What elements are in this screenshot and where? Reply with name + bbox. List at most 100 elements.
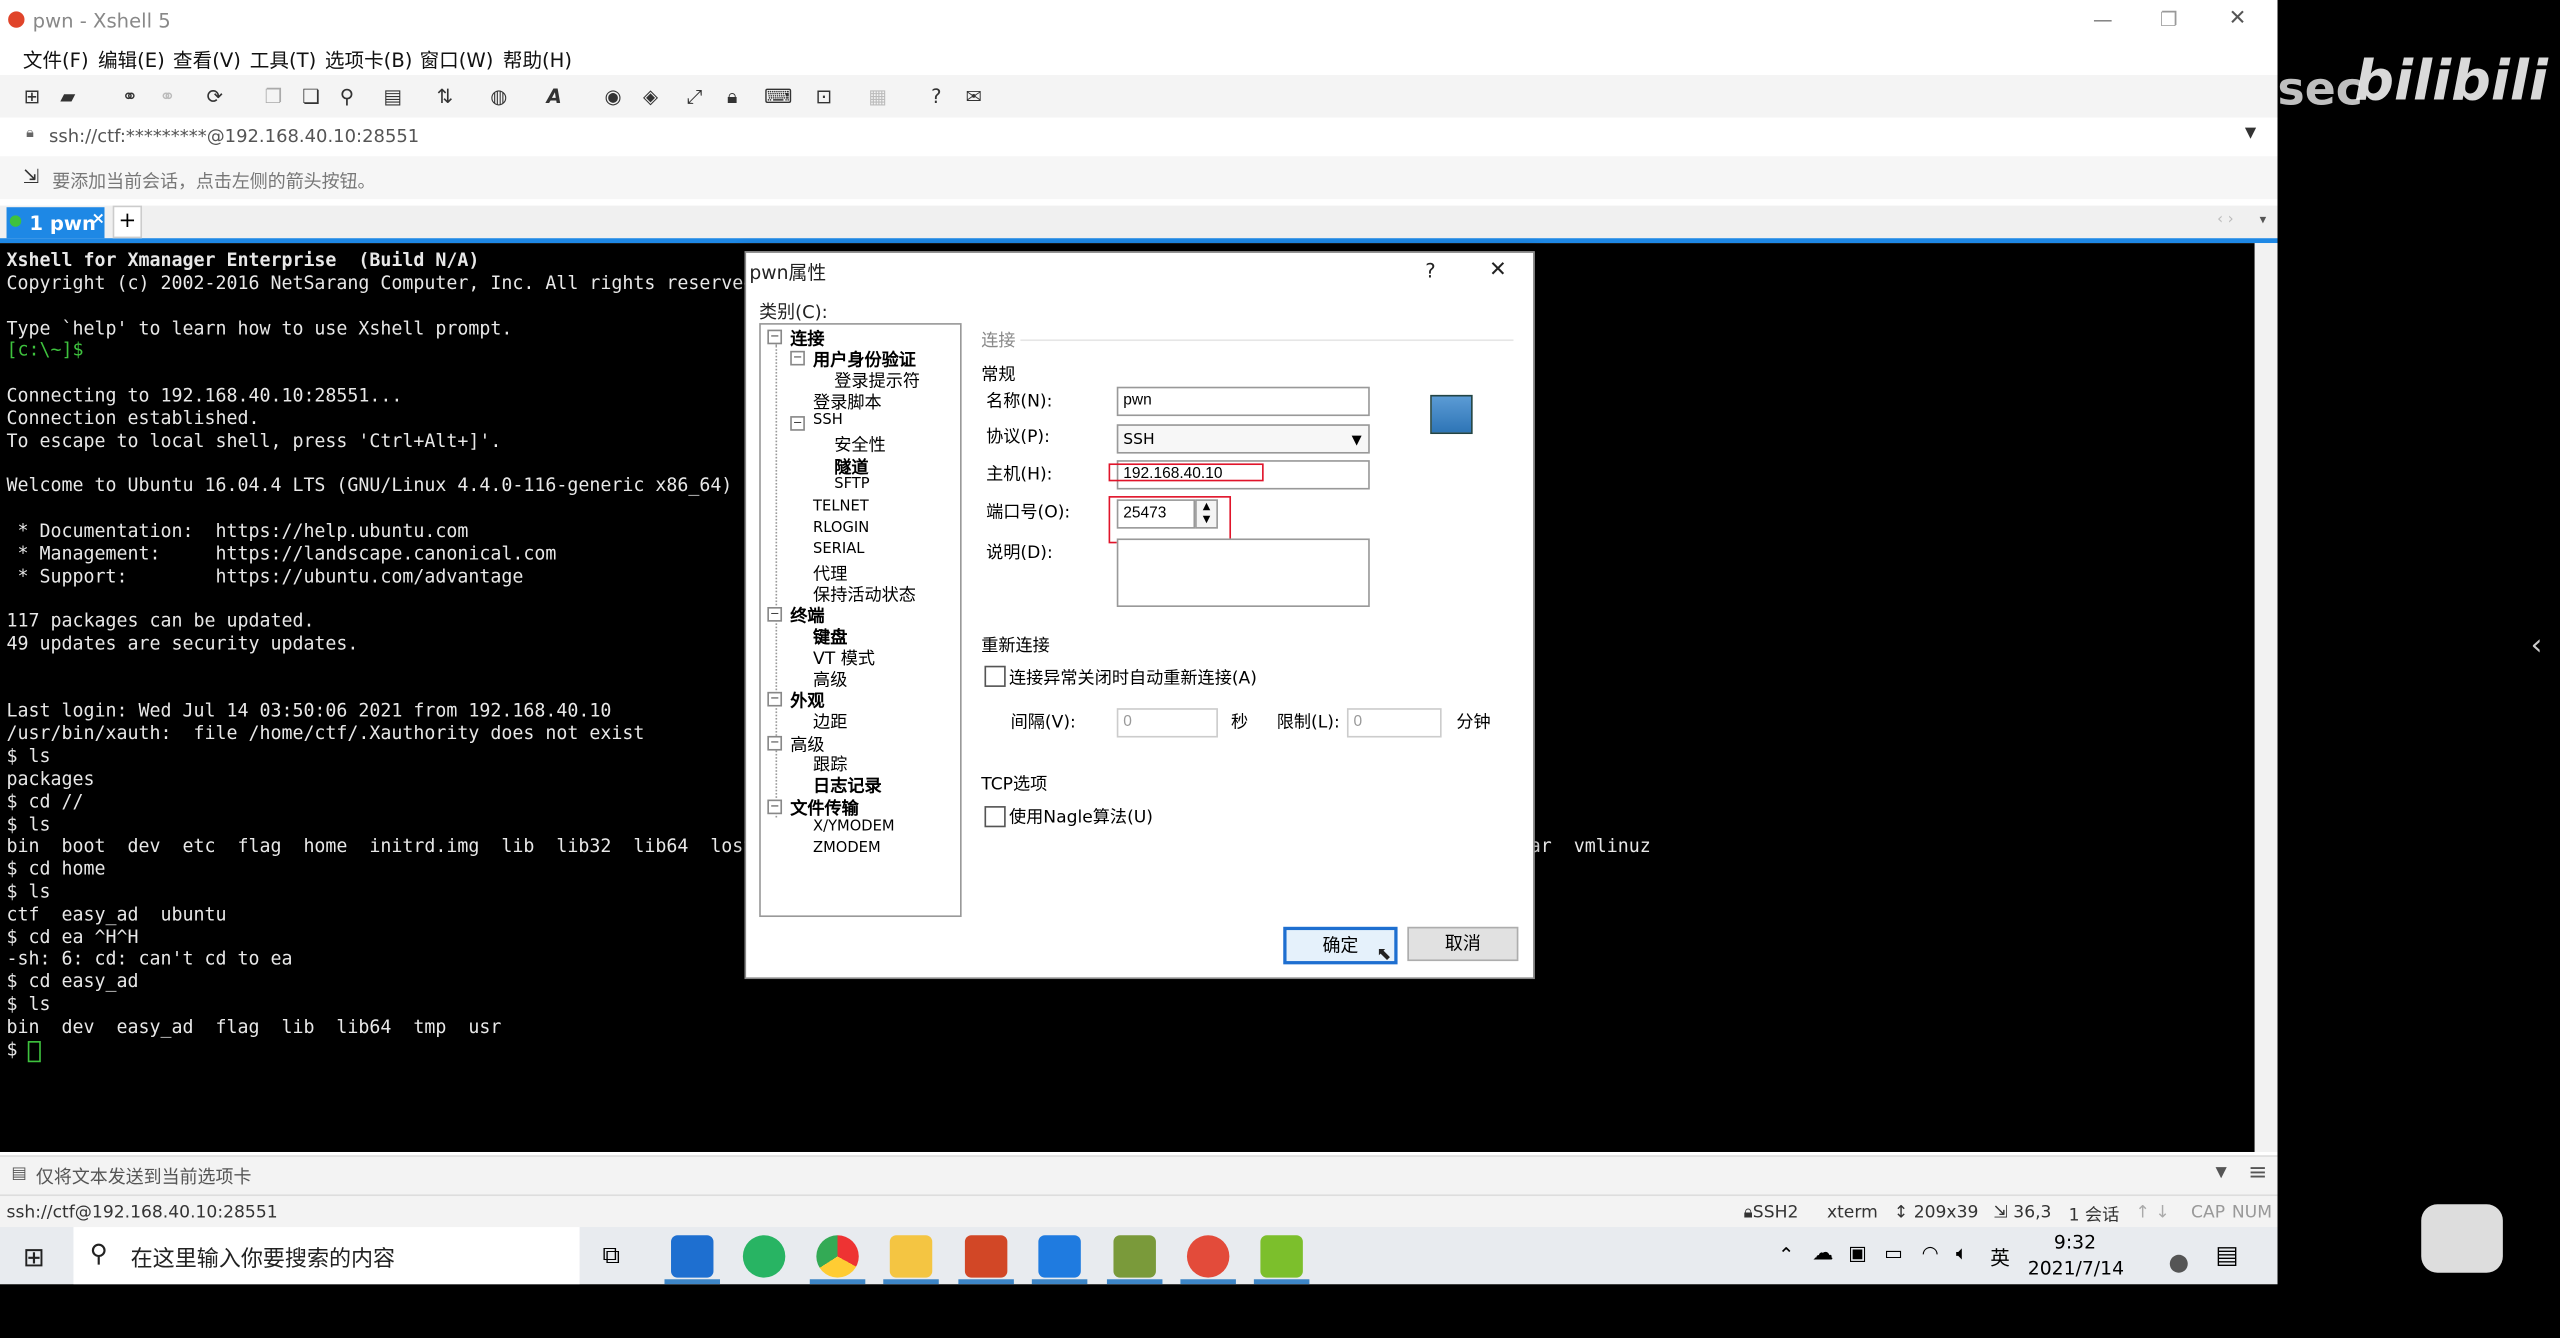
windows-start-icon[interactable]: ⊞	[23, 1242, 45, 1273]
print-icon[interactable]: ▤	[380, 85, 404, 108]
dialog-help-button[interactable]: ?	[1425, 259, 1435, 282]
tree-node[interactable]: SSH	[813, 413, 843, 429]
tree-node[interactable]: SERIAL	[813, 542, 864, 558]
tray-time[interactable]: 9:32	[2054, 1230, 2096, 1253]
name-field[interactable]	[1116, 386, 1370, 417]
new-session-icon[interactable]: ⊞	[20, 85, 44, 108]
tree-node[interactable]: 安全性	[834, 432, 885, 456]
xftp-icon[interactable]: ◉	[601, 85, 625, 108]
copy-icon[interactable]: ❐	[261, 85, 285, 108]
menu-edit[interactable]: 编辑(E)	[98, 46, 165, 74]
tree-node[interactable]: 保持活动状态	[813, 583, 916, 607]
terminal-scrollbar[interactable]	[2254, 243, 2278, 1152]
lock-icon[interactable]: 🔒︎	[720, 85, 744, 108]
tree-node[interactable]: X/YMODEM	[813, 819, 895, 835]
open-folder-icon[interactable]: ▰	[56, 85, 80, 108]
compose-icon[interactable]: ⊡	[811, 85, 835, 108]
tab-menu-icon[interactable]: ▾	[2260, 212, 2267, 227]
tab-pwn[interactable]: 1 pwn ×	[6, 207, 105, 239]
tab-close-icon[interactable]: ×	[91, 210, 105, 228]
xmanager-icon[interactable]: ◈	[638, 85, 662, 108]
dialog-close-button[interactable]: ✕	[1489, 258, 1507, 282]
restore-icon[interactable]: ❐	[2160, 8, 2178, 31]
taskbar-search[interactable]: ⚲ 在这里输入你要搜索的内容	[73, 1227, 580, 1285]
taskbar-app-xshell-icon[interactable]	[671, 1235, 714, 1278]
menu-help[interactable]: 帮助(H)	[503, 46, 572, 74]
compose-bar[interactable]: ▤ 仅将文本发送到当前选项卡 ▼ ≡	[0, 1155, 2278, 1197]
address-dropdown-icon[interactable]: ▼	[2245, 126, 2256, 142]
tray-volume-icon[interactable]: 🔈︎	[1956, 1242, 1968, 1266]
tree-expander-icon[interactable]: −	[790, 416, 805, 431]
taskbar-app-netsarang-icon[interactable]	[1186, 1235, 1230, 1278]
protocol-select[interactable]: SSH ▼	[1116, 424, 1370, 454]
taskbar-app-powerpoint-icon[interactable]	[964, 1235, 1008, 1278]
sec-unit: 秒	[1231, 713, 1249, 733]
reconnect-icon[interactable]: ⟳	[202, 85, 226, 108]
fullscreen-icon[interactable]: ⤢	[682, 85, 706, 108]
terminal-line: $ cd easy_ad	[6, 970, 139, 993]
tree-node[interactable]: TELNET	[813, 499, 869, 515]
connect-icon[interactable]: ⚭	[118, 85, 142, 108]
desc-field[interactable]	[1116, 538, 1370, 607]
tree-expander-icon[interactable]: −	[767, 691, 783, 707]
cancel-button[interactable]: 取消	[1407, 926, 1519, 962]
tree-expander-icon[interactable]: −	[767, 735, 783, 751]
minimize-icon[interactable]: —	[2093, 8, 2113, 31]
tree-expander-icon[interactable]: −	[767, 799, 783, 815]
compose-dropdown-icon[interactable]: ▼	[2216, 1165, 2227, 1181]
taskbar-app-wechat-icon[interactable]	[742, 1235, 786, 1278]
new-tab-button[interactable]: +	[112, 205, 143, 239]
limit-field[interactable]	[1346, 708, 1442, 738]
tree-node[interactable]: SFTP	[834, 476, 869, 492]
paste-icon[interactable]: ❏	[299, 85, 323, 108]
taskbar-app-ida-icon[interactable]	[1113, 1235, 1156, 1278]
menu-view[interactable]: 查看(V)	[173, 46, 241, 74]
tray-battery-icon[interactable]: ▭	[1884, 1242, 1903, 1265]
menu-file[interactable]: 文件(F)	[23, 46, 89, 74]
interval-field[interactable]	[1116, 708, 1218, 738]
tray-wifi-icon[interactable]: ◠	[1922, 1242, 1939, 1265]
tree-node[interactable]: RLOGIN	[813, 521, 869, 537]
help-icon[interactable]: ?	[924, 85, 948, 108]
close-icon[interactable]: ✕	[2229, 7, 2247, 31]
reconnect-checkbox[interactable]	[984, 665, 1006, 687]
tile-icon[interactable]: ▦	[865, 85, 889, 108]
menu-window[interactable]: 窗口(W)	[420, 46, 494, 74]
tree-expander-icon[interactable]: −	[767, 329, 783, 345]
tree-node[interactable]: ZMODEM	[813, 840, 881, 856]
tab-nav-icon[interactable]: ‹ ›	[2217, 212, 2233, 228]
tree-node[interactable]: 边距	[813, 710, 847, 734]
tree-node[interactable]: 登录脚本	[813, 390, 882, 414]
taskbar-app-explorer-icon[interactable]	[889, 1235, 933, 1278]
globe-icon[interactable]: ◍	[487, 85, 511, 108]
play-button-icon[interactable]	[2421, 1204, 2503, 1273]
compose-menu-icon[interactable]: ≡	[2248, 1160, 2267, 1186]
action-center-icon[interactable]: ▤	[2216, 1240, 2239, 1269]
tray-display-icon[interactable]: ▣	[1848, 1242, 1867, 1265]
task-view-icon[interactable]: ⧉	[602, 1240, 620, 1269]
menu-tabs[interactable]: 选项卡(B)	[325, 46, 413, 74]
address-bar[interactable]: 🔒︎ ssh://ctf:*********@192.168.40.10:285…	[0, 117, 2278, 159]
status-protocol-text: SSH2	[1752, 1202, 1799, 1223]
find-icon[interactable]: ⚲	[335, 85, 359, 108]
taskbar-app-remote-icon[interactable]	[1038, 1235, 1081, 1278]
side-arrow-icon[interactable]: ‹	[2531, 628, 2543, 662]
taskbar-app-green-icon[interactable]	[1260, 1235, 1303, 1278]
add-session-arrow-icon[interactable]: ⇲	[23, 165, 39, 188]
tree-expander-icon[interactable]: −	[790, 350, 805, 366]
transfer-icon[interactable]: ⇅	[433, 85, 457, 108]
tree-expander-icon[interactable]: −	[767, 606, 783, 622]
keyboard-icon[interactable]: ⌨	[764, 85, 792, 108]
chat-icon[interactable]: ✉	[962, 85, 986, 108]
tray-cloud-icon[interactable]: ☁	[1812, 1242, 1833, 1266]
font-icon[interactable]: A	[542, 85, 566, 108]
tree-node[interactable]: 文件传输	[790, 796, 859, 820]
tray-chevron-icon[interactable]: ⌃	[1778, 1243, 1794, 1266]
tree-node[interactable]: 日志记录	[813, 773, 882, 797]
tray-date[interactable]: 2021/7/14	[2028, 1256, 2124, 1279]
nagle-checkbox[interactable]	[984, 806, 1006, 828]
tray-ime[interactable]: 英	[1990, 1243, 2010, 1271]
taskbar-app-chrome-icon[interactable]	[816, 1235, 859, 1278]
menu-tools[interactable]: 工具(T)	[250, 46, 316, 74]
disconnect-icon[interactable]: ⚭	[155, 85, 179, 108]
